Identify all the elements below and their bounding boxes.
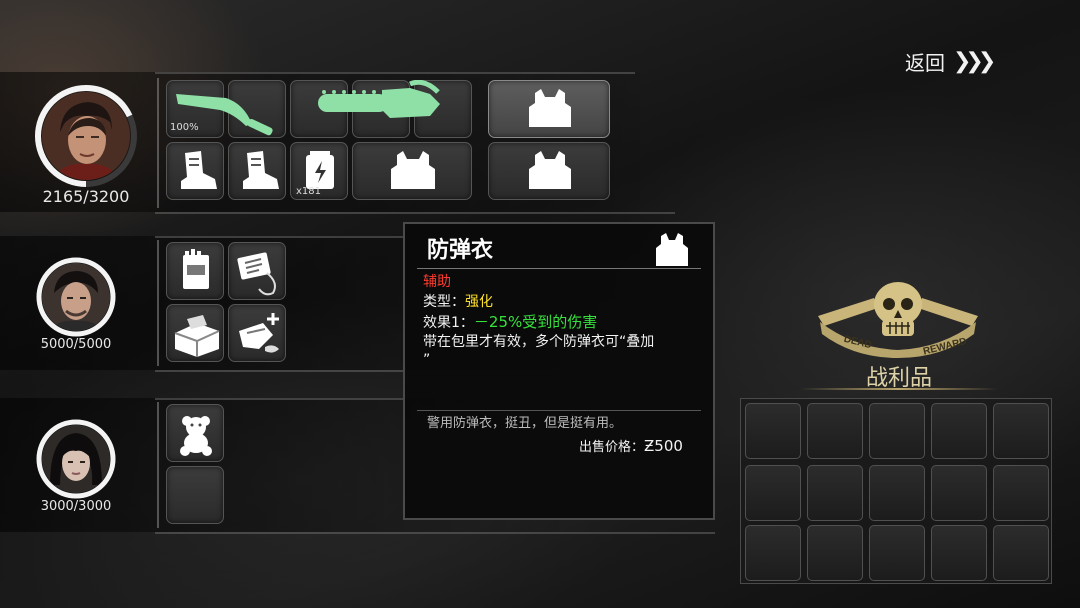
row-divider: [155, 72, 635, 74]
loot-slot[interactable]: [807, 465, 863, 521]
character-2-hp: 5000/5000: [40, 337, 112, 352]
tooltip-effect-label: 效果1：: [423, 315, 474, 331]
back-label: 返回: [905, 50, 945, 75]
loot-slot[interactable]: [807, 525, 863, 581]
loot-slot[interactable]: [993, 525, 1049, 581]
body-armor-icon: [656, 233, 688, 266]
tooltip-effect-row: 效果1：－25%受到的伤害: [423, 312, 597, 333]
tooltip-flavor: 警用防弹衣，挺丑，但是挺有用。: [427, 416, 623, 431]
tooltip-price-label: 出售价格：: [579, 440, 645, 455]
equipment-slot-selected[interactable]: [488, 80, 610, 138]
medkit-saw-icon: [239, 313, 279, 353]
loot-slot[interactable]: [931, 525, 987, 581]
character-2-avatar[interactable]: [35, 256, 117, 338]
row-divider: [155, 236, 405, 238]
loot-slot[interactable]: [931, 465, 987, 521]
body-armor-icon: [529, 89, 571, 127]
skull-emblem-icon: DEAD REWARD: [818, 282, 978, 358]
equipment-slot[interactable]: [488, 142, 610, 200]
inventory-slot[interactable]: [228, 304, 286, 362]
chainsaw-icon[interactable]: [290, 80, 472, 138]
equipment-slot[interactable]: [228, 142, 286, 200]
inventory-slot[interactable]: [166, 304, 224, 362]
loot-slot[interactable]: [993, 403, 1049, 459]
loot-slot[interactable]: [745, 525, 801, 581]
loot-slot[interactable]: [869, 525, 925, 581]
row-divider: [155, 398, 405, 400]
character-1-hp: 2165/3200: [42, 187, 130, 206]
body-armor-icon: [529, 151, 571, 189]
tooltip-note-line1: 带在包里才有效，多个防弹衣可“叠加: [423, 334, 655, 350]
teddy-bear-icon: [180, 416, 212, 456]
boot-icon: [181, 151, 217, 189]
tooltip-category: 辅助: [423, 274, 451, 290]
tooltip-type-label: 类型：: [423, 294, 465, 310]
tooltip-price-row: 出售价格：Ƶ500: [579, 436, 683, 458]
loot-slot[interactable]: [993, 465, 1049, 521]
loot-slot[interactable]: [869, 465, 925, 521]
loot-slot[interactable]: [745, 465, 801, 521]
tooltip-type-row: 类型：强化: [423, 292, 493, 312]
loot-grid: [740, 398, 1052, 584]
equipment-slot[interactable]: [352, 142, 472, 200]
tooltip-title: 防弹衣: [427, 238, 494, 263]
portrait-female-icon: [42, 425, 110, 493]
cigarette-pack-icon: [183, 249, 209, 289]
tooltip-type-value: 强化: [465, 294, 493, 310]
row-divider-vertical: [157, 402, 159, 528]
item-tooltip: 防弹衣 辅助 类型：强化 效果1：－25%受到的伤害 带在包里才有效，多个防弹衣…: [403, 222, 715, 520]
loot-divider: [800, 388, 998, 390]
body-armor-icon: [391, 151, 435, 189]
row-divider: [155, 532, 715, 534]
equipment-slot[interactable]: [166, 142, 224, 200]
chevron-right-icon: ❯❯❯: [953, 48, 996, 74]
tooltip-divider: [417, 410, 701, 411]
supply-box-icon: [174, 315, 220, 357]
tooltip-note-line2: ”: [423, 352, 431, 368]
portrait-male-icon: [42, 92, 130, 180]
loot-slot[interactable]: [807, 403, 863, 459]
equipment-slot[interactable]: x181: [290, 142, 348, 200]
row-divider: [155, 370, 405, 372]
tooltip-price-value: Ƶ500: [644, 437, 683, 455]
loot-slot[interactable]: [869, 403, 925, 459]
row-divider-vertical: [157, 240, 159, 366]
character-3-avatar[interactable]: [35, 418, 117, 500]
character-1-avatar[interactable]: [34, 84, 138, 188]
inventory-slot-empty[interactable]: [166, 466, 224, 524]
inventory-slot[interactable]: [228, 242, 286, 300]
battery-count: x181: [296, 186, 322, 197]
emblem-right-text: REWARD: [922, 336, 968, 357]
loot-slot[interactable]: [745, 403, 801, 459]
row-divider: [155, 212, 675, 214]
tooltip-divider: [417, 268, 701, 269]
character-3-hp: 3000/3000: [40, 499, 112, 514]
loot-slot[interactable]: [931, 403, 987, 459]
portrait-male-icon: [42, 263, 110, 331]
back-button[interactable]: 返回 ❯❯❯: [905, 46, 1005, 76]
tooltip-effect-value: －25%受到的伤害: [473, 313, 598, 331]
row-divider-vertical: [157, 78, 159, 208]
inventory-slot[interactable]: [166, 404, 224, 462]
id-card-icon: [237, 252, 276, 296]
inventory-slot[interactable]: [166, 242, 224, 300]
boot-icon: [243, 151, 279, 189]
